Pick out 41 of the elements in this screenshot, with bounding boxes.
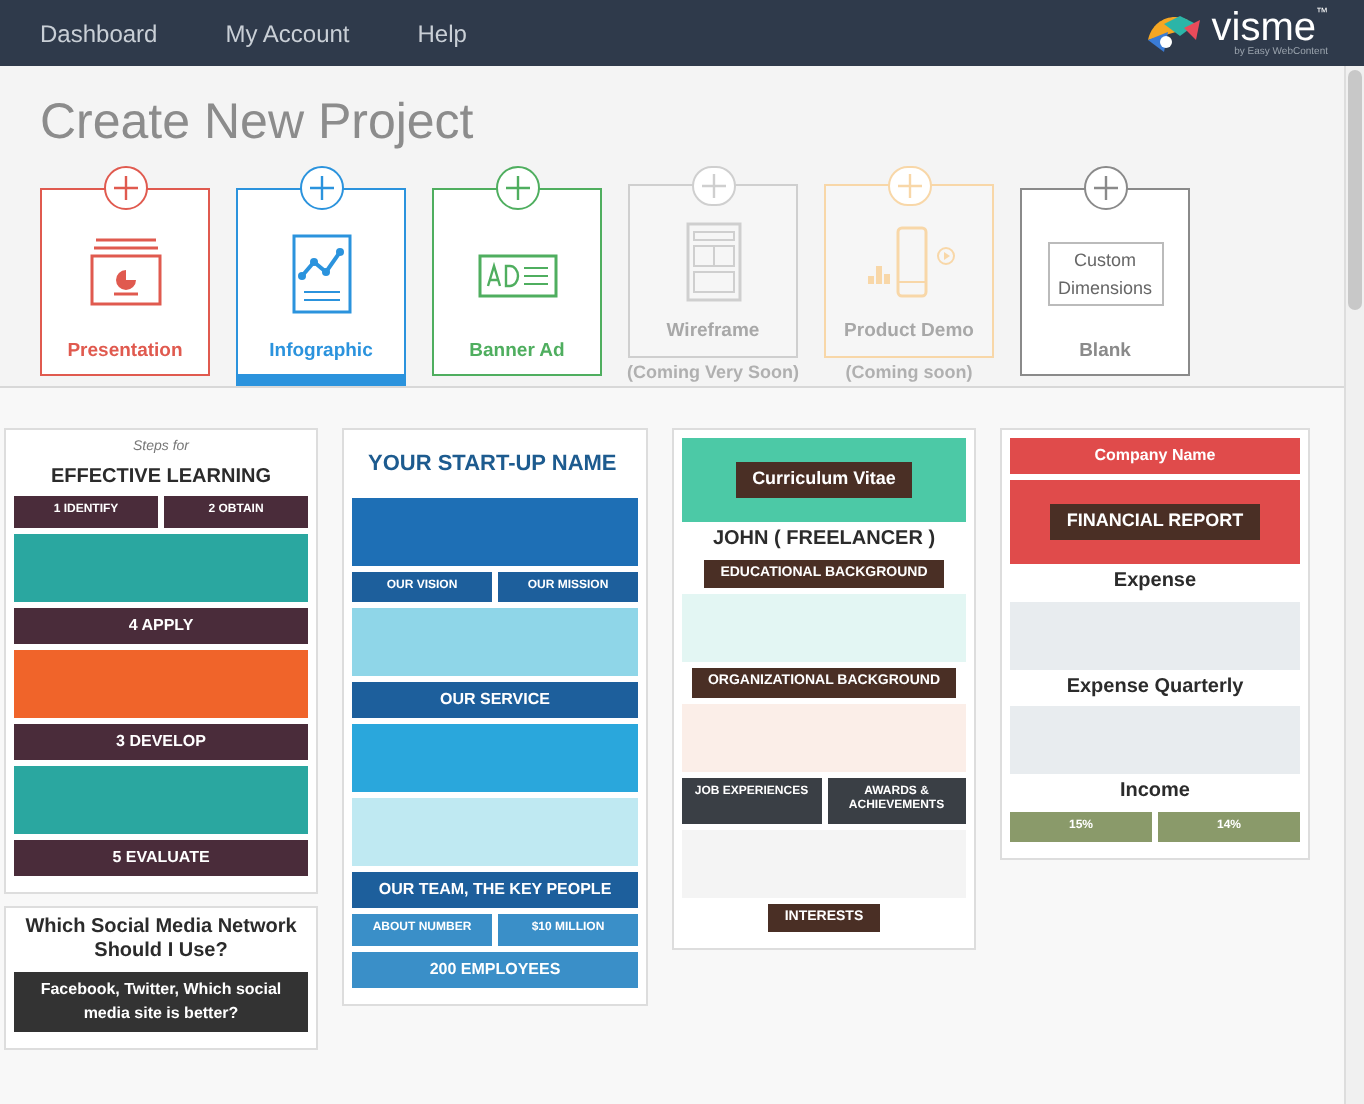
template-title: Curriculum Vitae	[736, 462, 912, 498]
template-banner: 3 DEVELOP	[14, 723, 308, 759]
card-label: Product Demo	[844, 318, 974, 347]
card-label: Wireframe	[666, 318, 760, 347]
template-banner: OUR SERVICE	[352, 682, 638, 718]
coming-soon-note: (Coming soon)	[845, 359, 973, 386]
nav-link[interactable]: My Account	[225, 15, 350, 51]
plus-icon	[887, 166, 931, 207]
template-banner: OUR TEAM, THE KEY PEOPLE	[352, 872, 638, 908]
template-banner: 4 APPLY	[14, 607, 308, 643]
template-title: Expense Quarterly	[1064, 675, 1246, 700]
project-type-card[interactable]: Presentation	[40, 188, 210, 376]
template-thumbnail[interactable]: Which Social Media Network Should I Use? Facebook, Twitter, Which social media site is better?	[4, 905, 318, 1049]
logo-wordmark: visme	[1211, 8, 1316, 48]
scrollbar[interactable]	[1344, 66, 1364, 1104]
card-label: Presentation	[67, 337, 183, 366]
custom-dimensions-box: Custom Dimensions	[1047, 241, 1163, 306]
plus-icon	[103, 166, 147, 210]
plus-icon	[1083, 166, 1127, 210]
template-title: Income	[1117, 780, 1192, 805]
template-title: FINANCIAL REPORT	[1050, 504, 1260, 540]
nav-link[interactable]: Dashboard	[40, 15, 158, 51]
card-label: Infographic	[269, 337, 373, 366]
plus-icon	[691, 166, 735, 207]
template-banner: 200 EMPLOYEES	[352, 951, 638, 987]
template-banner: 5 EVALUATE	[14, 839, 308, 875]
template-title: JOHN ( FREELANCER )	[710, 528, 938, 553]
project-type-card[interactable]: Custom Dimensions Blank	[1020, 188, 1190, 376]
coming-soon-note: (Coming Very Soon)	[627, 359, 800, 386]
template-title: Expense	[1111, 570, 1199, 595]
template-title: Which Social Media Network Should I Use?	[23, 915, 299, 965]
template-title: EFFECTIVE LEARNING	[48, 465, 273, 490]
card-label: Blank	[1079, 337, 1131, 366]
logo-icon	[1143, 11, 1204, 55]
card-label: Banner Ad	[469, 337, 565, 366]
template-banner: Company Name	[1010, 438, 1300, 474]
plus-icon	[495, 166, 539, 210]
page-heading: Create New Project	[38, 92, 476, 148]
plus-icon	[299, 166, 343, 210]
nav-link[interactable]: Help	[417, 15, 467, 51]
template-banner: Facebook, Twitter, Which social media site is better?	[14, 971, 308, 1031]
